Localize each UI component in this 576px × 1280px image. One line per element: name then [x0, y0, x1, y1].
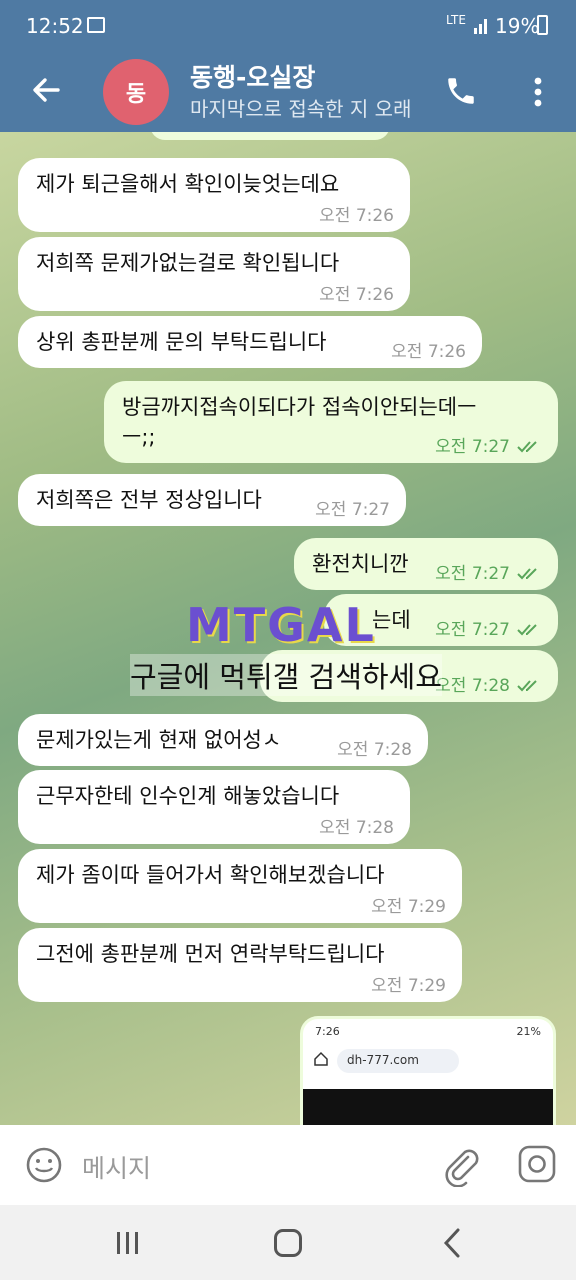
message-composer: 메시지 [0, 1125, 576, 1205]
message-time-label: 오전 7:28 [435, 676, 510, 696]
home-button[interactable] [274, 1229, 302, 1257]
more-options-icon[interactable] [528, 72, 548, 112]
watermark-text: 구글에 먹튀갤 검색하세요 [130, 654, 442, 696]
thumbnail-url: dh-777.com [337, 1049, 459, 1073]
message-bubble[interactable]: 저희쪽 문제가없는걸로 확인됩니다 오전 7:26 [18, 237, 410, 311]
message-time: 오전 7:28 [337, 740, 412, 760]
message-text: 그전에 총판분께 먼저 연락부탁드립니다 [36, 942, 385, 966]
message-text: 방금까지접속이되다가 접속이안되는데ㅡ [122, 395, 477, 419]
message-time: 오전 7:26 [319, 206, 394, 226]
message-time-label: 오전 7:27 [435, 620, 510, 640]
thumbnail-battery: 21% [516, 1025, 541, 1038]
chat-header: 동 동행-오실장 마지막으로 접속한 지 오래 [0, 52, 576, 132]
message-text: 제가 퇴근을해서 확인이늦엇는데요 [36, 172, 340, 196]
last-seen-status: 마지막으로 접속한 지 오래 [190, 97, 412, 121]
message-time-label: 오전 7:27 [435, 437, 510, 457]
watermark-logo: MTGAL [186, 598, 376, 652]
message-bubble[interactable]: 제가 퇴근을해서 확인이늦엇는데요 오전 7:26 [18, 158, 410, 232]
message-bubble[interactable]: 환전치니깐 오전 7:27 [294, 538, 558, 590]
message-text: 근무자한테 인수인계 해놓았습니다 [36, 784, 340, 808]
double-check-icon [517, 568, 537, 580]
message-time: 오전 7:28 [435, 671, 544, 696]
recents-icon[interactable] [113, 1229, 143, 1257]
message-time: 오전 7:29 [371, 976, 446, 996]
status-time: 12:52 [26, 14, 84, 38]
message-time: 오전 7:27 [435, 559, 544, 584]
message-bubble[interactable]: 제가 좀이따 들어가서 확인해보겠습니다 오전 7:29 [18, 849, 462, 923]
message-time: 오전 7:26 [319, 285, 394, 305]
chat-title[interactable]: 동행-오실장 [190, 58, 315, 94]
double-check-icon [517, 680, 537, 692]
paperclip-icon[interactable] [440, 1143, 480, 1187]
thumbnail-time: 7:26 [315, 1025, 340, 1038]
message-time: 오전 7:26 [391, 342, 466, 362]
message-bubble[interactable]: 방금까지접속이되다가 접속이안되는데ㅡ ㅡ;; 오전 7:27 [104, 381, 558, 463]
nav-back-icon[interactable] [440, 1227, 464, 1259]
gallery-notification-icon [87, 17, 105, 33]
message-time: 오전 7:27 [435, 615, 544, 640]
message-bubble[interactable]: 저희쪽은 전부 정상입니다 오전 7:27 [18, 474, 406, 526]
message-time: 오전 7:29 [371, 897, 446, 917]
message-list[interactable]: 제가 퇴근을해서 확인이늦엇는데요 오전 7:26 저희쪽 문제가없는걸로 확인… [0, 132, 576, 1125]
thumbnail-content [303, 1089, 553, 1125]
image-attachment[interactable]: 7:26 21% dh-777.com [300, 1016, 556, 1125]
double-check-icon [517, 624, 537, 636]
message-text: 제가 좀이따 들어가서 확인해보겠습니다 [36, 863, 385, 887]
phone-icon[interactable] [444, 74, 478, 108]
message-time: 오전 7:28 [319, 818, 394, 838]
system-nav-bar [0, 1205, 576, 1280]
signal-icon [474, 19, 487, 34]
message-bubble-partial [150, 132, 390, 140]
message-input[interactable]: 메시지 [82, 1149, 151, 1185]
battery-icon [537, 15, 548, 35]
avatar[interactable]: 동 [103, 59, 169, 125]
message-time: 오전 7:27 [315, 500, 390, 520]
back-arrow-icon[interactable] [28, 72, 64, 108]
message-text: 저희쪽 문제가없는걸로 확인됩니다 [36, 251, 340, 275]
message-bubble[interactable]: 문제가있는게 현재 없어성ㅅ 오전 7:28 [18, 714, 428, 766]
home-icon [314, 1051, 328, 1066]
emoji-icon[interactable] [24, 1145, 64, 1185]
battery-percent: 19% [495, 14, 540, 38]
message-time: 오전 7:27 [435, 432, 544, 457]
network-type: LTE [446, 13, 466, 27]
message-bubble[interactable]: 상위 총판분께 문의 부탁드립니다 오전 7:26 [18, 316, 482, 368]
message-time-label: 오전 7:27 [435, 564, 510, 584]
message-bubble[interactable]: 그전에 총판분께 먼저 연락부탁드립니다 오전 7:29 [18, 928, 462, 1002]
status-bar: 12:52 LTE 19% [0, 0, 576, 52]
camera-icon[interactable] [516, 1143, 558, 1185]
double-check-icon [517, 441, 537, 453]
message-bubble[interactable]: 근무자한테 인수인계 해놓았습니다 오전 7:28 [18, 770, 410, 844]
